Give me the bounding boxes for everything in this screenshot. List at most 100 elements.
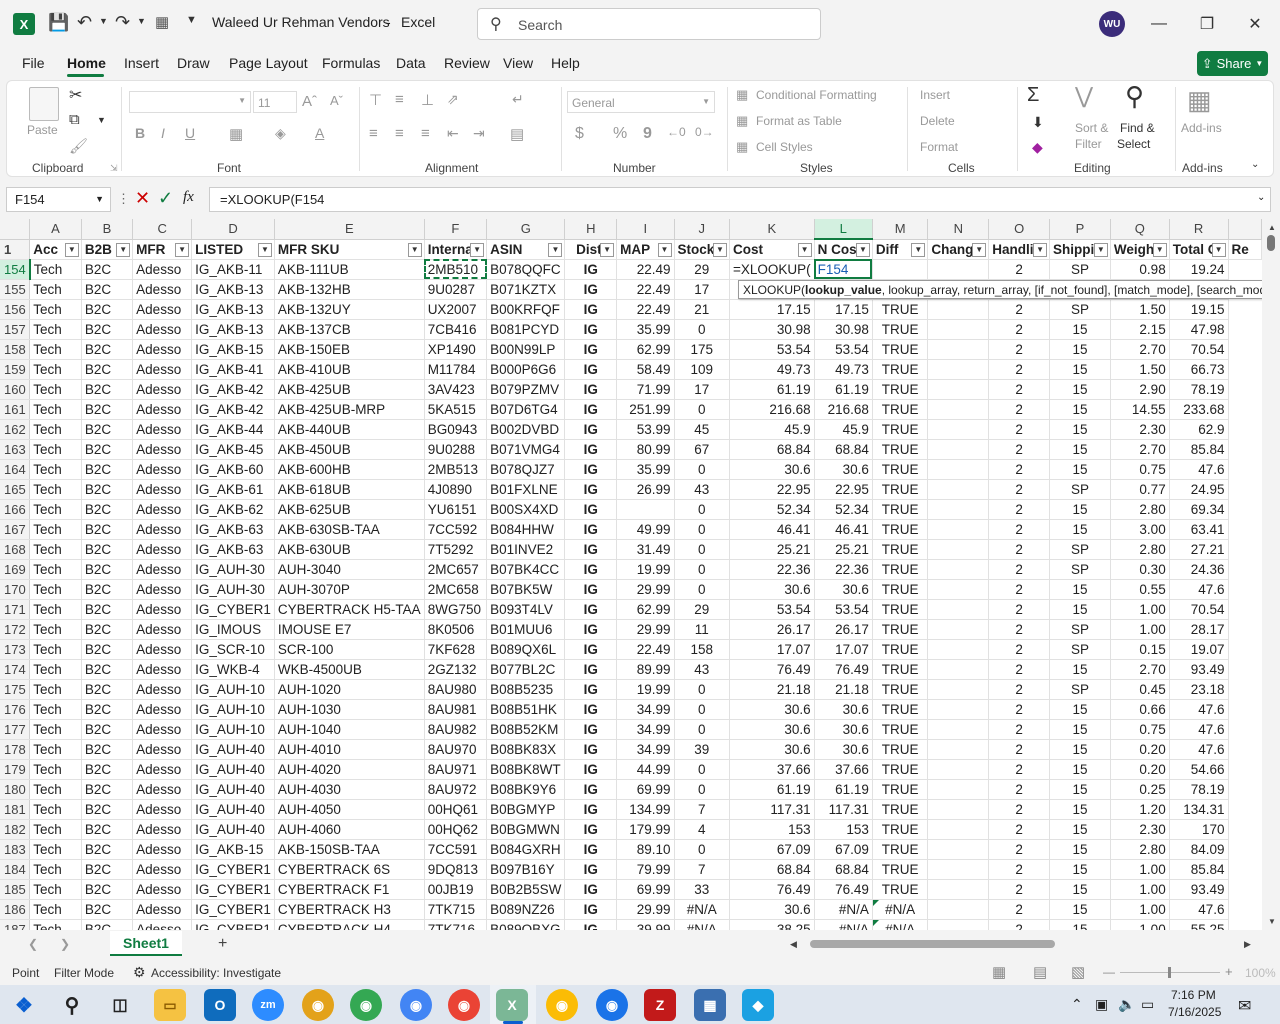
cell[interactable]: 24.36 (1169, 559, 1229, 580)
cell[interactable]: B089QX6L (486, 639, 566, 660)
cell[interactable]: B2C (81, 519, 134, 540)
cell[interactable]: Adesso (132, 319, 193, 340)
cell[interactable]: Tech (29, 899, 82, 920)
cell[interactable]: 216.68 (814, 399, 873, 420)
cell[interactable]: 8AU971 (424, 759, 488, 780)
close-button[interactable]: ✕ (1232, 8, 1278, 40)
cell[interactable]: TRUE (872, 859, 929, 880)
more-icon[interactable]: ⋮ (117, 191, 130, 207)
cell[interactable]: Tech (29, 559, 82, 580)
align-right-icon[interactable]: ≡ (421, 125, 430, 142)
cell[interactable]: Tech (29, 799, 82, 820)
cell[interactable]: IG_AKB-45 (191, 439, 275, 460)
filter-dropdown-icon[interactable]: ▼ (1152, 242, 1167, 257)
cell[interactable]: 78.19 (1169, 779, 1229, 800)
cell[interactable]: 2MB510 (424, 259, 488, 280)
merge-center-icon[interactable]: ▤ (510, 125, 524, 143)
cell[interactable]: IG_AUH-10 (191, 719, 275, 740)
cell[interactable] (927, 339, 990, 360)
cell[interactable]: 29.99 (616, 579, 675, 600)
filter-active-icon[interactable]: ▼ (600, 242, 615, 257)
filter-dropdown-icon[interactable]: ▼ (797, 242, 812, 257)
cell[interactable]: TRUE (872, 439, 929, 460)
cell[interactable]: 2MB513 (424, 459, 488, 480)
share-button[interactable]: ⇪ Share ▼ (1197, 51, 1268, 76)
align-left-icon[interactable]: ≡ (369, 125, 378, 142)
cell[interactable]: Tech (29, 399, 82, 420)
cell[interactable]: IG (564, 739, 618, 760)
cell[interactable]: 26.99 (616, 479, 675, 500)
page-break-view-icon[interactable]: ▧ (1071, 963, 1085, 981)
cell[interactable]: 2 (988, 719, 1051, 740)
cell[interactable]: 15 (1049, 519, 1111, 540)
cell[interactable]: 2.80 (1110, 839, 1170, 860)
cell[interactable]: B093T4LV (486, 599, 566, 620)
cell[interactable]: TRUE (872, 479, 929, 500)
align-center-icon[interactable]: ≡ (395, 125, 404, 142)
cell[interactable]: Adesso (132, 859, 193, 880)
cell[interactable]: IG (564, 859, 618, 880)
cell[interactable] (927, 639, 990, 660)
column-header[interactable]: R (1169, 219, 1229, 240)
cell[interactable]: 2 (988, 899, 1051, 920)
cell[interactable]: 15 (1049, 699, 1111, 720)
select-label[interactable]: Select (1117, 137, 1150, 151)
cell[interactable]: 2 (988, 579, 1051, 600)
cell[interactable]: AKB-132HB (274, 279, 425, 300)
cell[interactable]: B078QQFC (486, 259, 566, 280)
cell[interactable]: TRUE (872, 879, 929, 900)
cell[interactable]: Tech (29, 339, 82, 360)
row-number[interactable]: 1 (0, 239, 31, 260)
cell[interactable]: SP (1049, 639, 1111, 660)
cell[interactable]: 67.09 (729, 839, 815, 860)
cell[interactable]: 30.98 (729, 319, 815, 340)
cell[interactable]: IG_CYBER1 (191, 919, 275, 930)
cell[interactable]: 179.99 (616, 819, 675, 840)
cell[interactable] (927, 419, 990, 440)
cell[interactable]: IG (564, 559, 618, 580)
cell[interactable]: AKB-630SB-TAA (274, 519, 425, 540)
column-header[interactable]: F (424, 219, 488, 240)
cell[interactable]: AKB-618UB (274, 479, 425, 500)
cell[interactable]: B2C (81, 279, 134, 300)
cell[interactable]: SCR-100 (274, 639, 425, 660)
column-header[interactable]: B (81, 219, 134, 240)
cell[interactable]: Tech (29, 639, 82, 660)
cell[interactable]: B2C (81, 719, 134, 740)
cell[interactable]: 63.41 (1169, 519, 1229, 540)
file-explorer-icon[interactable]: ▭ (154, 989, 186, 1021)
cell[interactable]: 2.30 (1110, 819, 1170, 840)
cell[interactable]: 30.6 (729, 699, 815, 720)
cell[interactable]: 15 (1049, 399, 1111, 420)
cell[interactable]: 93.49 (1169, 659, 1229, 680)
cell[interactable]: 0 (674, 559, 730, 580)
cell[interactable]: Tech (29, 439, 82, 460)
font-size-select[interactable]: 11 (253, 91, 297, 113)
cell[interactable]: 54.66 (1169, 759, 1229, 780)
row-number[interactable]: 179 (0, 759, 31, 780)
cell[interactable]: 0 (674, 679, 730, 700)
cell[interactable]: TRUE (872, 539, 929, 560)
cell[interactable]: 30.6 (814, 719, 873, 740)
cell[interactable]: IG (564, 359, 618, 380)
sort-label[interactable]: Sort & (1075, 121, 1108, 135)
cell[interactable]: SP (1049, 679, 1111, 700)
cell[interactable] (927, 259, 990, 280)
cell[interactable]: 2 (988, 739, 1051, 760)
cell[interactable]: 26.17 (729, 619, 815, 640)
cell[interactable]: Tech (29, 459, 82, 480)
cell[interactable]: SP (1049, 559, 1111, 580)
cell[interactable]: IG (564, 659, 618, 680)
cell[interactable]: 53.99 (616, 419, 675, 440)
cell[interactable]: B2C (81, 379, 134, 400)
cell[interactable] (927, 379, 990, 400)
cell[interactable]: 7TK715 (424, 899, 488, 920)
cell[interactable]: 7KF628 (424, 639, 488, 660)
cell[interactable] (927, 919, 990, 930)
cell[interactable]: 30.6 (729, 739, 815, 760)
cell[interactable]: IG_AKB-62 (191, 499, 275, 520)
header-cell[interactable]: MFR SKU ▼ (274, 239, 425, 260)
cell[interactable]: 46.41 (814, 519, 873, 540)
column-header[interactable]: J (674, 219, 730, 240)
cell[interactable]: 175 (674, 339, 730, 360)
